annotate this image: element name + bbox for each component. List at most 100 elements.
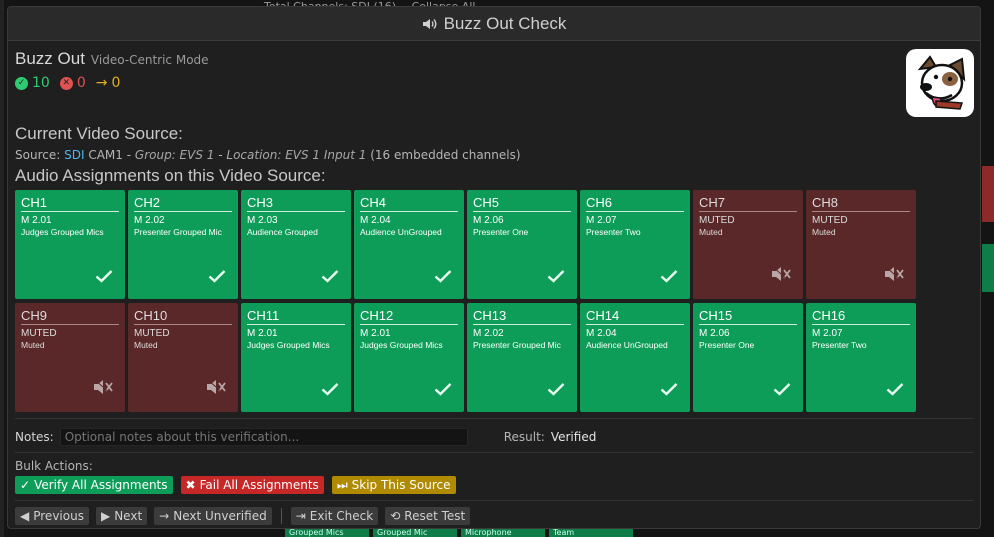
background-cell: Grouped Mic <box>373 528 457 537</box>
channel-description: Judges Grouped Mics <box>21 227 104 237</box>
check-icon <box>434 381 452 400</box>
channel-card[interactable]: CH16 M 2.07 Presenter Two <box>806 303 916 412</box>
speaker-icon <box>422 17 438 31</box>
channel-card[interactable]: CH1 M 2.01 Judges Grouped Mics <box>15 190 125 299</box>
check-icon <box>660 268 678 287</box>
channel-number: CH1 <box>21 195 119 212</box>
channel-card[interactable]: CH11 M 2.01 Judges Grouped Mics <box>241 303 351 412</box>
channel-card[interactable]: CH7 MUTED Muted <box>693 190 803 299</box>
x-circle-icon: ✕ <box>59 76 73 90</box>
channel-card[interactable]: CH3 M 2.03 Audience Grouped <box>241 190 351 299</box>
assignments-heading: Audio Assignments on this Video Source: <box>15 166 326 185</box>
channel-card[interactable]: CH6 M 2.07 Presenter Two <box>580 190 690 299</box>
channel-number: CH4 <box>360 195 458 212</box>
channel-card[interactable]: CH12 M 2.01 Judges Grouped Mics <box>354 303 464 412</box>
next-button[interactable]: ▶ Next <box>95 507 148 525</box>
source-channel-count: (16 embedded channels) <box>370 148 521 162</box>
channel-description: Muted <box>134 340 158 350</box>
channel-mix: M 2.06 <box>699 328 730 339</box>
bulk-actions: Bulk Actions: ✓ Verify All Assignments ✖… <box>15 452 973 494</box>
exit-check-label: Exit Check <box>309 509 374 523</box>
modal-header: Buzz Out Check <box>8 7 980 41</box>
channel-card[interactable]: CH2 M 2.02 Presenter Grouped Mic <box>128 190 238 299</box>
skipped-count-value: 0 <box>111 75 121 91</box>
fail-all-button[interactable]: ✖ Fail All Assignments <box>180 476 324 494</box>
result-label: Result: <box>503 430 545 444</box>
channel-mix: M 2.06 <box>473 215 504 226</box>
dog-mascot-logo <box>906 49 974 117</box>
mode-subtitle: Video-Centric Mode <box>90 53 209 67</box>
check-circle-icon: ✓ <box>15 76 28 90</box>
channel-number: CH2 <box>134 195 232 212</box>
channel-number: CH15 <box>699 308 797 325</box>
channel-description: Audience UnGrouped <box>360 227 442 237</box>
channel-mix: M 2.01 <box>247 328 278 339</box>
verify-all-button[interactable]: ✓ Verify All Assignments <box>15 476 173 494</box>
check-icon <box>547 381 565 400</box>
channel-number: CH9 <box>21 308 119 325</box>
source-label: Source: <box>15 148 61 162</box>
channel-card[interactable]: CH14 M 2.04 Audience UnGrouped <box>580 303 690 412</box>
channel-card[interactable]: CH15 M 2.06 Presenter One <box>693 303 803 412</box>
channel-number: CH7 <box>699 195 797 212</box>
channel-mix: M 2.03 <box>247 215 278 226</box>
channel-card[interactable]: CH9 MUTED Muted <box>15 303 125 412</box>
reset-test-label: Reset Test <box>404 509 466 523</box>
channel-description: Judges Grouped Mics <box>247 340 330 350</box>
check-icon <box>660 381 678 400</box>
skipped-count: → 0 <box>96 75 121 91</box>
check-icon <box>321 268 339 287</box>
channel-number: CH13 <box>473 308 571 325</box>
source-name: CAM1 <box>88 148 123 162</box>
fail-all-label: Fail All Assignments <box>199 478 319 492</box>
next-unverified-button[interactable]: → Next Unverified <box>154 507 272 525</box>
channel-description: Audience UnGrouped <box>586 340 668 350</box>
channel-number: CH11 <box>247 308 345 325</box>
channel-description: Presenter Two <box>812 340 867 350</box>
next-unverified-label: Next Unverified <box>173 509 267 523</box>
channel-mix: M 2.02 <box>473 328 504 339</box>
result-value: Verified <box>550 430 597 444</box>
check-icon <box>547 268 565 287</box>
channel-card[interactable]: CH5 M 2.06 Presenter One <box>467 190 577 299</box>
current-source-heading: Current Video Source: <box>15 124 183 143</box>
channel-mix: MUTED <box>21 328 57 339</box>
channel-mix: M 2.04 <box>360 215 391 226</box>
source-details: Source: SDI CAM1 - Group: EVS 1 - Locati… <box>15 148 521 162</box>
check-icon <box>773 381 791 400</box>
background-card-green <box>982 244 994 292</box>
check-icon <box>95 268 113 287</box>
arrow-right-icon: → <box>159 509 170 523</box>
failed-count: ✕ 0 <box>59 75 86 91</box>
channel-description: Muted <box>21 340 45 350</box>
channel-description: Presenter Two <box>586 227 641 237</box>
exit-check-button[interactable]: ⇥ Exit Check <box>290 507 379 525</box>
channel-mix: M 2.07 <box>586 215 617 226</box>
channel-mix: M 2.02 <box>134 215 165 226</box>
skip-source-button[interactable]: ⏭ Skip This Source <box>331 476 456 494</box>
refresh-icon: ⟲ <box>390 509 401 523</box>
channel-mix: M 2.01 <box>360 328 391 339</box>
channel-card[interactable]: CH13 M 2.02 Presenter Grouped Mic <box>467 303 577 412</box>
mute-icon <box>771 265 791 287</box>
background-cell: Team <box>549 528 633 537</box>
background-edge <box>0 0 4 537</box>
channel-card[interactable]: CH8 MUTED Muted <box>806 190 916 299</box>
previous-button[interactable]: ◀ Previous <box>15 507 89 525</box>
next-label: Next <box>114 509 143 523</box>
notes-label: Notes: <box>15 430 54 444</box>
check-icon <box>208 268 226 287</box>
channel-card[interactable]: CH10 MUTED Muted <box>128 303 238 412</box>
channel-mix: M 2.07 <box>812 328 843 339</box>
channel-description: Muted <box>699 227 723 237</box>
verified-count: ✓ 10 <box>15 75 50 91</box>
background-cell: Microphone <box>461 528 545 537</box>
background-bottom-cards: Grouped Mics Grouped Mic Microphone Team <box>285 528 633 537</box>
channel-mix: MUTED <box>812 215 848 226</box>
channel-mix: MUTED <box>699 215 735 226</box>
channel-description: Presenter One <box>699 340 755 350</box>
reset-test-button[interactable]: ⟲ Reset Test <box>385 507 471 525</box>
channel-card[interactable]: CH4 M 2.04 Audience UnGrouped <box>354 190 464 299</box>
notes-input[interactable] <box>59 428 468 446</box>
background-cell: Grouped Mics <box>285 528 369 537</box>
